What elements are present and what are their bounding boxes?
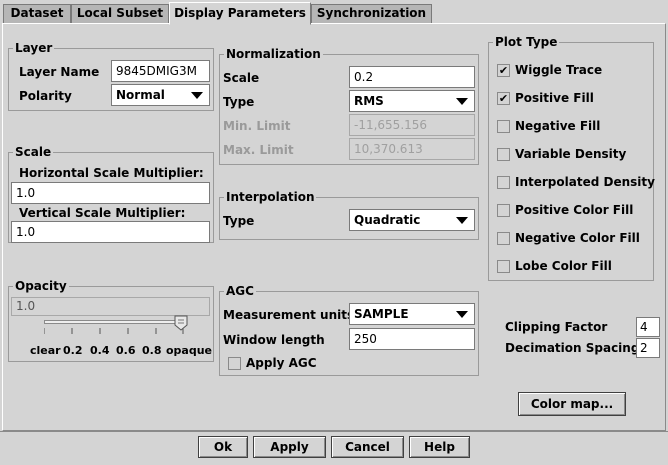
opacity-tick-label: 0.8: [142, 344, 162, 357]
measurement-units-label: Measurement units: [223, 308, 355, 322]
window-length-field[interactable]: 250: [349, 328, 475, 350]
plot-type-checkbox[interactable]: Variable Density: [497, 147, 647, 163]
opacity-slider-track[interactable]: [44, 320, 184, 324]
normalization-scale-field[interactable]: 0.2: [349, 66, 475, 88]
opacity-tick-label: 0.2: [63, 344, 83, 357]
help-button[interactable]: Help: [409, 436, 470, 458]
tab-synchronization[interactable]: Synchronization: [311, 4, 432, 23]
normalization-group-title: Normalization: [224, 47, 323, 61]
checkbox-box[interactable]: [497, 204, 510, 217]
opacity-value-display: 1.0: [11, 297, 210, 316]
color-map-button[interactable]: Color map...: [518, 392, 626, 416]
apply-agc-checkbox[interactable]: Apply AGC: [228, 356, 348, 372]
decimation-spacing-field[interactable]: 2: [636, 338, 660, 358]
tab-dataset[interactable]: Dataset: [3, 4, 71, 23]
checkmark-icon[interactable]: ✔: [497, 92, 510, 105]
chevron-down-icon: [191, 92, 203, 99]
normalization-scale-label: Scale: [223, 71, 260, 85]
tab-display-parameters[interactable]: Display Parameters: [169, 2, 311, 25]
chevron-down-icon: [456, 217, 468, 224]
clipping-factor-field[interactable]: 4: [636, 317, 660, 337]
interpolation-type-value: Quadratic: [354, 213, 421, 227]
checkbox-box[interactable]: [497, 260, 510, 273]
clipping-factor-label: Clipping Factor: [505, 320, 608, 334]
opacity-slider-ticks: [44, 328, 184, 334]
interpolation-type-select[interactable]: Quadratic: [349, 209, 475, 231]
min-limit-label: Min. Limit: [223, 119, 291, 133]
decimation-spacing-label: Decimation Spacing: [505, 341, 640, 355]
checkbox-box[interactable]: [497, 120, 510, 133]
chevron-down-icon: [456, 98, 468, 105]
plot-type-checkbox[interactable]: ✔ Wiggle Trace: [497, 63, 647, 79]
checkmark-icon[interactable]: ✔: [497, 64, 510, 77]
normalization-type-value: RMS: [354, 94, 384, 108]
min-limit-field: -11,655.156: [349, 114, 475, 136]
checkbox-box[interactable]: [497, 176, 510, 189]
interpolation-type-label: Type: [223, 214, 255, 228]
plot-type-checkbox[interactable]: Negative Fill: [497, 119, 647, 135]
plot-type-label: Positive Color Fill: [515, 203, 634, 217]
opacity-group-title: Opacity: [13, 279, 69, 293]
normalization-type-select[interactable]: RMS: [349, 90, 475, 112]
plot-type-label: Wiggle Trace: [515, 63, 603, 77]
plot-type-label: Lobe Color Fill: [515, 259, 612, 273]
max-limit-label: Max. Limit: [223, 143, 294, 157]
apply-agc-label: Apply AGC: [246, 356, 317, 370]
horizontal-scale-label: Horizontal Scale Multiplier:: [19, 166, 204, 180]
plot-type-checkbox[interactable]: Positive Color Fill: [497, 203, 647, 219]
tab-bar: Dataset Local Subset Display Parameters …: [0, 0, 668, 25]
opacity-tick-label: clear: [30, 344, 61, 357]
max-limit-field: 10,370.613: [349, 138, 475, 160]
apply-button[interactable]: Apply: [253, 436, 326, 458]
polarity-select[interactable]: Normal: [111, 84, 210, 106]
layer-name-label: Layer Name: [19, 65, 100, 79]
polarity-value: Normal: [116, 88, 165, 102]
polarity-label: Polarity: [19, 89, 72, 103]
agc-group-title: AGC: [224, 284, 256, 298]
vertical-scale-field[interactable]: 1.0: [11, 221, 210, 243]
tab-local-subset[interactable]: Local Subset: [71, 4, 169, 23]
layer-name-field[interactable]: 9845DMIG3M: [111, 60, 210, 82]
opacity-tick-label: 0.4: [90, 344, 110, 357]
plot-type-group-title: Plot Type: [493, 35, 560, 49]
ok-button[interactable]: Ok: [198, 436, 248, 458]
plot-type-label: Negative Fill: [515, 119, 601, 133]
plot-type-checkbox[interactable]: ✔ Positive Fill: [497, 91, 647, 107]
plot-type-checkbox[interactable]: Negative Color Fill: [497, 231, 647, 247]
checkbox-box[interactable]: [497, 148, 510, 161]
measurement-units-value: SAMPLE: [354, 307, 409, 321]
checkbox-box[interactable]: [497, 232, 510, 245]
cancel-button[interactable]: Cancel: [331, 436, 404, 458]
measurement-units-select[interactable]: SAMPLE: [349, 303, 475, 325]
plot-type-checkbox[interactable]: Lobe Color Fill: [497, 259, 647, 275]
plot-type-label: Negative Color Fill: [515, 231, 640, 245]
opacity-tick-label: opaque: [166, 344, 213, 357]
plot-type-checkbox[interactable]: Interpolated Density: [497, 175, 655, 191]
bottom-separator: [0, 431, 668, 432]
plot-type-label: Positive Fill: [515, 91, 594, 105]
chevron-down-icon: [456, 311, 468, 318]
apply-agc-check-box[interactable]: [228, 357, 241, 370]
layer-group-title: Layer: [13, 41, 55, 55]
normalization-type-label: Type: [223, 95, 255, 109]
plot-type-label: Variable Density: [515, 147, 627, 161]
interpolation-group-title: Interpolation: [224, 190, 317, 204]
window-length-label: Window length: [223, 333, 325, 347]
opacity-tick-label: 0.6: [116, 344, 136, 357]
horizontal-scale-field[interactable]: 1.0: [11, 182, 210, 204]
scale-group-title: Scale: [13, 145, 54, 159]
plot-type-label: Interpolated Density: [515, 175, 655, 189]
vertical-scale-label: Vertical Scale Multiplier:: [19, 206, 186, 220]
